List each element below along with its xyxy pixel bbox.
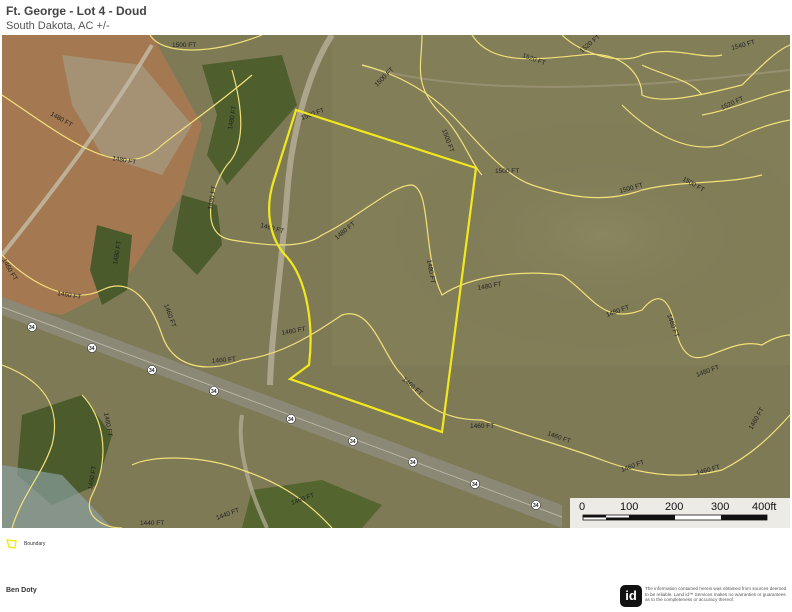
map-title: Ft. George - Lot 4 - Doud [6,4,147,18]
landid-logo: id [620,585,642,607]
contour-label: 1460 FT [470,423,494,430]
svg-text:34: 34 [29,325,35,331]
svg-text:34: 34 [350,439,356,445]
satellite-map[interactable]: 1500 FT 1500 FT 1540 FT 1520 FT 1520 FT … [2,35,790,528]
svg-text:34: 34 [410,460,416,466]
svg-text:34: 34 [149,368,155,374]
svg-text:34: 34 [211,389,217,395]
contour-label: 1500 FT [172,42,196,49]
svg-text:34: 34 [288,417,294,423]
author-name: Ben Doty [6,587,37,594]
map-canvas: 1500 FT 1500 FT 1540 FT 1520 FT 1520 FT … [2,35,790,528]
scale-bar: 0 100 200 300 400ft [570,498,790,528]
legend-boundary-label: Boundary [24,541,46,547]
svg-text:34: 34 [533,503,539,509]
contour-label: 1440 FT [140,520,164,527]
disclaimer-text: The information contained herein was obt… [645,586,787,603]
map-subtitle: South Dakota, AC +/- [6,20,110,32]
boundary-legend-icon [6,539,17,549]
svg-text:34: 34 [472,482,478,488]
scale-ruler [582,514,768,521]
svg-text:34: 34 [89,346,95,352]
contour-label: 1500 FT [495,168,519,175]
